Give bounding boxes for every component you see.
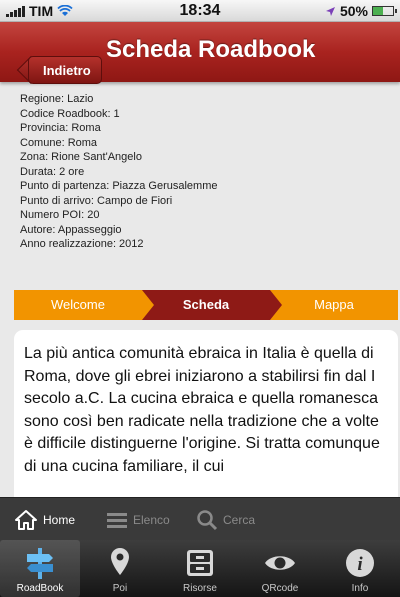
map-pin-icon [111,548,129,575]
info-line: Comune: Roma [20,136,98,149]
cabinet-icon [187,550,213,576]
location-arrow-icon [325,6,335,16]
cerca-button[interactable]: Cerca [196,508,255,532]
description-text: La più antica comunità ebraica in Italia… [24,345,380,475]
info-line: Durata: 2 ore [20,165,85,178]
segment-divider [270,290,282,320]
tab-bar: RoadBook Poi Risorse QRcode i Info [0,540,400,597]
svg-text:i: i [357,554,363,575]
tab-label: QRcode [261,583,299,594]
info-line: Codice Roadbook: 1 [20,107,120,120]
tab-poi[interactable]: Poi [80,540,160,597]
segmented-control: Welcome Scheda Mappa [14,290,398,320]
search-icon [197,510,218,531]
home-icon [15,510,37,530]
segment-divider [142,290,154,320]
roadbook-info: Regione: Lazio Codice Roadbook: 1 Provin… [20,92,390,252]
segment-welcome[interactable]: Welcome [14,290,142,320]
info-line: Punto di arrivo: Campo de Fiori [20,194,173,207]
elenco-label: Elenco [133,513,170,527]
cerca-label: Cerca [223,513,256,527]
content-card[interactable]: La più antica comunità ebraica in Italia… [14,330,398,505]
bottom-toolbar: Home Elenco Cerca [0,497,400,540]
tab-qrcode[interactable]: QRcode [240,540,320,597]
battery-info: 50% [325,3,397,19]
back-button[interactable]: Indietro [28,56,102,84]
home-button[interactable]: Home [14,508,75,532]
signpost-icon [27,548,53,579]
home-label: Home [43,513,76,527]
tab-roadbook[interactable]: RoadBook [0,540,80,597]
info-icon: i [346,549,374,577]
info-line: Numero POI: 20 [20,209,100,221]
list-icon [107,513,127,528]
info-line: Punto di partenza: Piazza Gerusalemme [20,180,218,192]
info-line: Regione: Lazio [20,93,94,105]
tab-info[interactable]: i Info [320,540,400,597]
status-bar: TIM 18:34 50% [0,0,400,22]
battery-percent: 50% [339,3,368,19]
segment-scheda[interactable]: Scheda [142,290,270,320]
tab-label: Risorse [183,583,217,594]
tab-label: RoadBook [16,583,64,594]
tab-risorse[interactable]: Risorse [160,540,240,597]
elenco-button[interactable]: Elenco [106,508,170,532]
info-line: Provincia: Roma [20,122,101,134]
tab-label: Info [351,583,369,594]
info-line: Anno realizzazione: 2012 [20,238,144,250]
segment-mappa[interactable]: Mappa [270,290,398,320]
info-line: Zona: Rione Sant'Angelo [20,151,142,163]
info-line: Autore: Appasseggio [20,223,122,236]
battery-icon [372,6,397,16]
page-title: Scheda Roadbook [106,36,316,63]
navigation-bar: Indietro Scheda Roadbook [0,22,400,84]
eye-icon [265,556,295,570]
tab-label: Poi [112,583,128,594]
